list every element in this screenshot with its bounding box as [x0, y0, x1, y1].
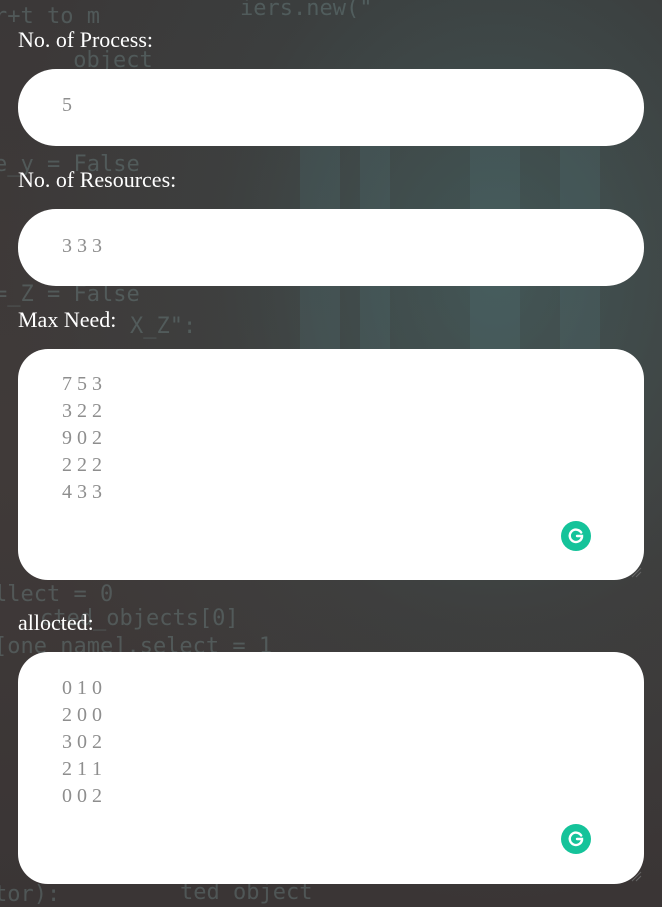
process-count-label: No. of Process:	[18, 27, 154, 52]
grammarly-icon[interactable]	[561, 824, 591, 854]
resize-handle-icon[interactable]	[630, 566, 642, 578]
allocated-label: allocted:	[18, 610, 94, 635]
resize-handle-icon[interactable]	[630, 870, 642, 882]
allocated-textarea[interactable]: 0 1 0 2 0 0 3 0 2 2 1 1 0 0 2	[18, 652, 644, 884]
max-need-textarea[interactable]: 7 5 3 3 2 2 9 0 2 2 2 2 4 3 3	[18, 349, 644, 580]
resources-input[interactable]: 3 3 3	[18, 209, 644, 286]
allocated-value: 0 1 0 2 0 0 3 0 2 2 1 1 0 0 2	[62, 677, 102, 807]
max-need-label: Max Need:	[18, 307, 117, 332]
resources-label: No. of Resources:	[18, 167, 177, 192]
process-count-input[interactable]: 5	[18, 69, 644, 146]
max-need-value: 7 5 3 3 2 2 9 0 2 2 2 2 4 3 3	[62, 373, 102, 503]
grammarly-icon[interactable]	[561, 521, 591, 551]
process-count-value: 5	[62, 94, 72, 116]
resources-value: 3 3 3	[62, 235, 102, 257]
